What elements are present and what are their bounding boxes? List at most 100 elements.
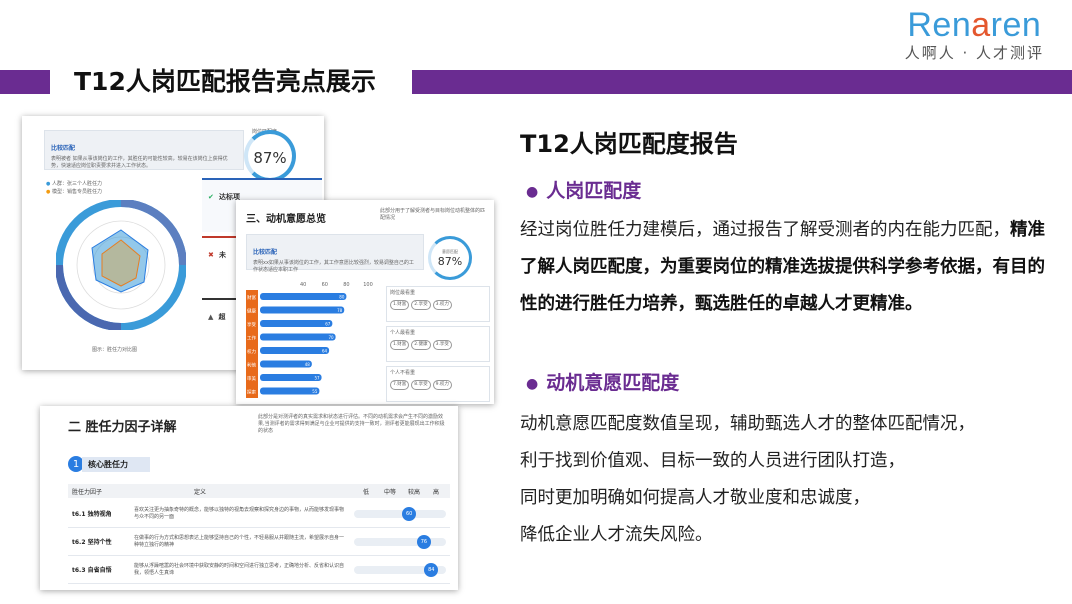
priority-group-not: 个人不看重 7.财富 8.享受 9.权力 [386,366,490,402]
bar-value-label: 55 [312,389,318,394]
bullet-dot-icon: ● [526,183,539,200]
factor-level-track: 76 [354,534,446,549]
match-desc: 表明被者 如果从事该岗位的工作，其胜任的可能性较高，较易在该岗位上获得优势，快速… [51,156,228,169]
category-label: 健康 [247,308,256,315]
priority-tag: 9.权力 [432,380,452,390]
priority-tag: 1.财富 [390,340,410,350]
priority-tag: 8.享受 [411,380,431,390]
job-match-paragraph: 经过岗位胜任力建模后，通过报告了解受测者的内在能力匹配，精准了解人岗匹配度，为重… [520,220,1045,314]
priority-tag: 3.权力 [432,300,452,310]
bar-value-label: 64 [322,349,328,354]
factor-definition: 能够从浮躁喧嚣的社会环境中获取安静的时间和空间进行独立思考，正确地分析、反省和认… [134,562,345,576]
motivation-line: 降低企业人才流失风险。 [520,525,713,545]
motivation-note: 此部分用于了解受测者与目标岗位动机整体的匹配情况 [380,208,486,221]
bar-value-label: 70 [329,335,335,340]
bullet-motivation-match: ● 动机意愿匹配度 [526,372,680,394]
factors-note: 此部分是对测评者的真实需求和状态进行评估。不同的动机需求会产生不同的激励效果,当… [258,414,445,434]
bar-value-label: 78 [337,308,343,313]
priority-groups: 岗位最看重 1.财富 2.享受 3.权力 个人最看重 1.财富 2.健康 3.享… [386,286,490,402]
bar-value-label: 80 [339,295,345,300]
motivation-line: 同时更加明确如何提高人才敬业度和忠诚度， [520,488,870,508]
motivation-paragraph: 动机意愿匹配度数值呈现，辅助甄选人才的整体匹配情况， 利于找到价值观、目标一致的… [520,406,1060,554]
factor-name: t6.1 独特视角 [72,511,112,518]
motivation-bar [260,333,336,341]
axis-tick-label: 80 [343,282,349,288]
bar-value-label: 57 [314,376,320,381]
factor-level-marker: 60 [402,506,417,521]
factor-level-marker: 76 [416,534,431,549]
motivation-bar [260,293,347,300]
motivation-desc: 表明xx如果从事该岗位的工作，其工作意愿比较强烈，较易调整自己的工作状态适应本职… [253,260,414,273]
priority-group-label: 个人不看重 [390,370,416,376]
priority-tag: 1.财富 [390,300,410,310]
col-header: 较高 [407,488,420,496]
factor-name: t6.3 自省自悟 [72,567,112,574]
motivation-bar-chart: 40 60 80 100 财富 80 健康 78 享受 67 工作 70 权力 64 利他 48 审美 57 探索 5… [246,282,373,398]
motivation-bar [260,387,320,395]
category-label: 审美 [247,375,256,382]
factor-level-track: 60 [354,506,446,521]
motivation-label: 比较匹配 [253,249,278,256]
report-thumbnail-motivation: 三、动机意愿总览 此部分用于了解受测者与目标岗位动机整体的匹配情况 比较匹配 表… [236,200,494,404]
priority-group-label: 岗位最看重 [390,290,416,296]
slide-title: T12人岗匹配报告亮点展示 [74,67,376,96]
col-header: 高 [432,488,439,496]
category-label: 探索 [247,389,256,396]
match-label: 比较匹配 [51,145,76,152]
up-icon: ▲ [208,313,214,321]
radar-caption: 图示：胜任力对比图 [92,347,138,353]
motivation-bar [260,374,322,381]
factors-title: 二 胜任力因子详解 [68,420,177,435]
col-header: 低 [362,488,369,496]
factor-definition: 在做事的行为方式和思想表达上能够坚持自己的个性，不轻易服从并跟随主流，希望展示自… [134,534,345,548]
bar-value-label: 48 [305,362,311,367]
motivation-line: 动机意愿匹配度数值呈现，辅助甄选人才的整体匹配情况， [520,414,975,434]
score-value: 87% [253,149,287,167]
radar-chart [56,200,186,330]
title-band-right [412,70,1072,94]
motivation-bar [260,306,345,314]
factors-table-body: t6.1 独特视角 喜欢关注更为抽象奇特的概念，能够以独特的视角去观察和探究身边的… [68,500,450,584]
motivation-title: 三、动机意愿总览 [246,214,326,225]
motivation-bar [260,347,330,354]
bullet-dot-icon: ● [526,375,539,392]
priority-group-self: 个人最看重 1.财富 2.健康 3.享受 [386,326,490,362]
col-header: 定义 [194,488,207,496]
factors-section-header: 1 核心胜任力 [68,456,150,472]
axis-tick-label: 60 [322,282,328,288]
category-label: 工作 [247,335,256,342]
priority-tag: 2.健康 [411,340,431,350]
motivation-bar [260,320,333,327]
not-reached-label: 未 [218,251,226,259]
score-ring: 87% [244,130,296,182]
logo-wordmark: Renaren [907,6,1042,44]
category-label: 权力 [247,348,256,355]
title-band-left [0,70,50,94]
axis-tick-label: 40 [300,282,306,288]
factor-name: t6.2 坚持个性 [72,539,112,546]
col-header: 胜任力因子 [72,488,103,496]
match-summary-box: 比较匹配 表明被者 如果从事该岗位的工作，其胜任的可能性较高，较易在该岗位上获得… [44,130,244,170]
renaren-logo: Renaren 人啊人 · 人才测评 [905,6,1044,63]
bullet-job-match: ● 人岗匹配度 [526,180,642,202]
priority-tag: 3.享受 [432,340,452,350]
category-label: 财富 [247,294,256,301]
bar-value-label: 67 [325,322,331,327]
factor-level-track: 84 [354,562,446,577]
col-header: 中等 [383,488,396,496]
motivation-summary: 比较匹配 表明xx如果从事该岗位的工作，其工作意愿比较强烈，较易调整自己的工作状… [246,234,424,273]
content-heading: T12人岗匹配度报告 [520,130,738,158]
category-label: 享受 [247,321,256,328]
table-row: t6.3 自省自悟 能够从浮躁喧嚣的社会环境中获取安静的时间和空间进行独立思考，正… [68,556,450,584]
cross-icon: ✖ [208,251,214,259]
table-row: t6.2 坚持个性 在做事的行为方式和思想表达上能够坚持自己的个性，不轻易服从并跟… [68,528,450,556]
axis-tick-label: 100 [363,282,373,288]
priority-tag: 7.财富 [390,380,410,390]
check-icon: ✔ [208,193,214,201]
exceed-label: 超 [218,313,226,321]
legend-person: ● 人群：张三个人胜任力 [46,181,102,187]
legend-model: ● 模型：销售专员胜任力 [46,189,102,195]
section-label: 核心胜任力 [82,456,150,472]
category-label: 利他 [247,362,256,369]
factor-definition: 喜欢关注更为抽象奇特的概念，能够以独特的视角去观察和探究身边的事物，从而能够发现… [134,506,345,520]
